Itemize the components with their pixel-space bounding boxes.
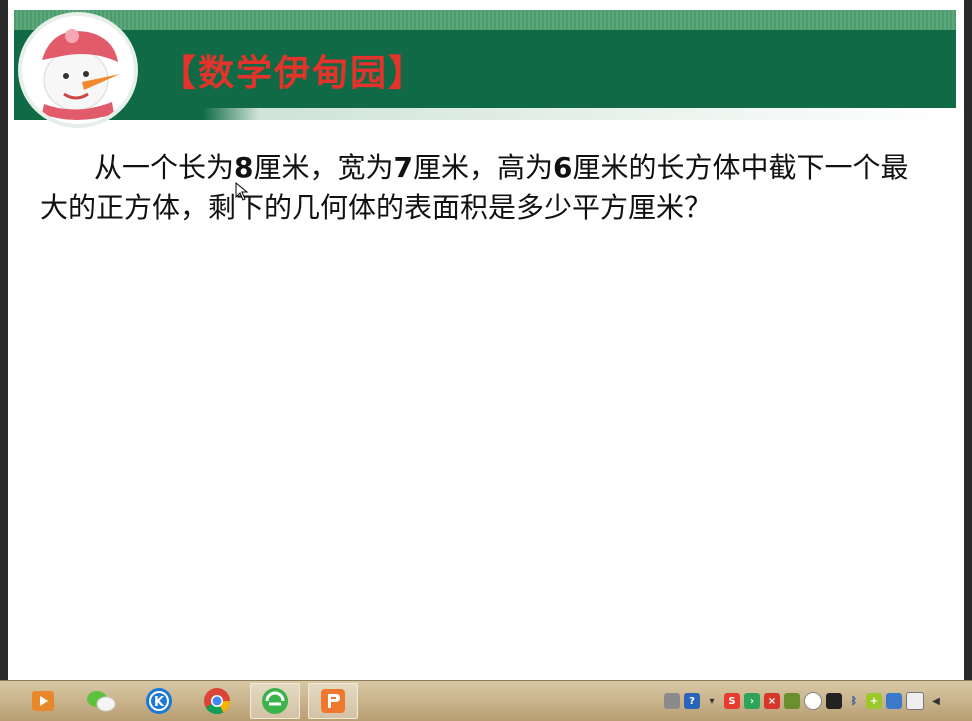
circle-icon[interactable] (804, 692, 822, 710)
question-text: 从一个长为8厘米，宽为7厘米，高为6厘米的长方体中截下一个最大的正方体，剩下的几… (40, 148, 930, 228)
kugou-icon: K (146, 688, 172, 714)
taskbar-kugou[interactable]: K (134, 683, 184, 719)
question-number: 6 (553, 151, 573, 184)
wechat-icon (87, 691, 116, 712)
sogou-icon[interactable]: S (724, 693, 740, 709)
green-arrow-icon[interactable]: › (744, 693, 760, 709)
question-part: 厘米，高为 (413, 151, 554, 184)
taskbar-browser-360[interactable] (250, 683, 300, 719)
mouse-cursor-icon (235, 182, 249, 201)
system-tray: ? ▾ S › × ᛒ + ◀ (664, 689, 968, 713)
taskbar-presentation[interactable] (308, 683, 358, 719)
question-part: 厘米，宽为 (253, 151, 394, 184)
bluetooth-icon[interactable]: ᛒ (846, 693, 862, 709)
network-icon[interactable] (886, 693, 902, 709)
question-part: 从一个长为 (94, 151, 235, 184)
header-banner (14, 30, 956, 110)
slide: 【数学伊甸园】 从一个长为8厘米，宽为7厘米，高为6厘米的长方体中截下一个最大的… (0, 0, 972, 680)
volume-icon[interactable]: ◀ (928, 693, 944, 709)
help-icon[interactable]: ? (684, 693, 700, 709)
header-stripe (14, 10, 956, 30)
window-edge-left (0, 0, 8, 680)
presentation-icon (321, 689, 345, 713)
taskbar: K ? ▾ S › × ᛒ + ◀ (0, 680, 972, 721)
browser-360-icon (262, 688, 288, 714)
shield-icon[interactable] (784, 693, 800, 709)
taskbar-chrome[interactable] (192, 683, 242, 719)
taskbar-wechat[interactable] (76, 683, 126, 719)
snowman-logo (18, 12, 138, 128)
taskbar-media-player[interactable] (18, 683, 68, 719)
plus-icon[interactable]: + (866, 693, 882, 709)
window-edge-right (964, 0, 972, 680)
arrow-icon[interactable]: ▾ (704, 693, 720, 709)
snowman-icon (42, 29, 120, 120)
svg-text:K: K (154, 695, 165, 710)
header-fade (14, 108, 956, 120)
keyboard-icon[interactable] (664, 693, 680, 709)
media-player-icon (32, 691, 54, 711)
question-number: 7 (393, 151, 413, 184)
red-x-icon[interactable]: × (764, 693, 780, 709)
penguin-icon[interactable] (826, 693, 842, 709)
wifi-icon[interactable] (906, 692, 924, 710)
question-number: 8 (234, 151, 254, 184)
chrome-icon (204, 688, 231, 715)
slide-title: 【数学伊甸园】 (160, 52, 427, 94)
